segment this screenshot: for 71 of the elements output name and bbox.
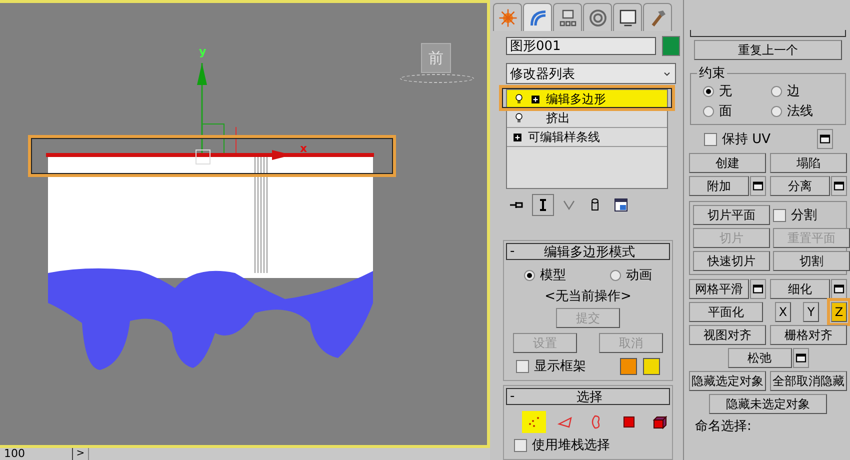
checkbox[interactable]: 显示框架	[516, 357, 586, 375]
radio-option[interactable]: 动画	[610, 266, 652, 284]
axis-label: y	[199, 45, 206, 58]
configure-icon	[613, 197, 629, 213]
checkbox[interactable]: 分割	[773, 206, 817, 224]
window-icon	[752, 180, 764, 192]
axis-button[interactable]: Y	[803, 302, 819, 322]
window-icon	[818, 133, 831, 145]
tool-button[interactable]: 快速切片	[693, 251, 770, 271]
settings-button[interactable]	[831, 279, 847, 299]
tool-button[interactable]: 网格平滑	[689, 279, 749, 299]
radio-option[interactable]: 无	[703, 82, 771, 100]
rollout-header[interactable]: - 编辑多边形模式	[506, 243, 670, 260]
axis-button[interactable]: X	[775, 302, 791, 322]
settings-button[interactable]	[750, 176, 766, 196]
tool-button[interactable]: 分离	[770, 176, 830, 196]
repeat-last-button[interactable]: 重复上一个	[694, 40, 842, 60]
checkbox[interactable]: 保持 UV	[704, 130, 771, 148]
checkbox[interactable]: 使用堆栈选择	[514, 436, 610, 454]
bulb-icon	[513, 93, 525, 105]
cube-icon	[652, 414, 668, 430]
axis-label: x	[300, 142, 308, 155]
plus-icon	[513, 132, 522, 142]
tool-button[interactable]: 附加	[689, 176, 749, 196]
plus-icon	[531, 94, 540, 104]
object-name-field[interactable]: 图形001	[506, 37, 656, 55]
tool-button[interactable]: 隐藏选定对象	[689, 371, 766, 391]
arc-icon	[528, 8, 548, 28]
tool-button[interactable]: 全部取消隐藏	[770, 371, 847, 391]
monitor-icon	[618, 8, 638, 28]
settings-button[interactable]	[831, 176, 847, 196]
boxes-icon	[558, 8, 578, 28]
settings-button[interactable]	[792, 348, 808, 368]
tool-button[interactable]: 松弛	[728, 348, 792, 368]
window-icon	[833, 283, 845, 295]
tool-button[interactable]: 平面化	[689, 302, 763, 322]
tool-button[interactable]: 塌陷	[770, 153, 847, 173]
window-icon	[752, 283, 764, 295]
panel-tab[interactable]	[613, 3, 642, 31]
tool-button[interactable]: 隐藏未选定对象	[709, 394, 827, 414]
radio-option[interactable]: 边	[771, 82, 839, 100]
circles-icon	[588, 8, 608, 28]
radio-option[interactable]: 法线	[771, 102, 839, 120]
tool-button[interactable]: 栅格对齐	[770, 325, 847, 345]
section-label: 命名选择:	[695, 418, 752, 435]
triangle-icon	[557, 414, 574, 430]
starburst-icon	[498, 8, 518, 28]
tool-button[interactable]: 切片平面	[693, 205, 770, 225]
object-color-swatch[interactable]	[662, 36, 680, 56]
tool-button[interactable]: 创建	[689, 153, 766, 173]
square-icon	[620, 414, 637, 430]
settings-button[interactable]	[816, 129, 833, 149]
settings-button[interactable]	[750, 279, 766, 299]
tool-button[interactable]: 视图对齐	[689, 325, 766, 345]
window-icon	[833, 180, 845, 192]
status-text: <无当前操作>	[544, 288, 632, 305]
bulb-icon	[513, 112, 525, 124]
window-icon	[794, 352, 806, 364]
tool-button[interactable]: 切割	[773, 251, 850, 271]
group-title: 约束	[698, 65, 726, 82]
tool-button[interactable]: 细化	[770, 279, 830, 299]
rollout-header[interactable]: - 选择	[506, 388, 670, 405]
panel-tab[interactable]	[553, 3, 582, 31]
radio-option[interactable]: 面	[703, 102, 771, 120]
color-swatch[interactable]	[643, 358, 660, 374]
modifier-list-dropdown[interactable]: 修改器列表	[506, 63, 676, 84]
stack-item[interactable]: 可编辑样条线	[507, 128, 667, 147]
color-swatch[interactable]	[620, 358, 637, 374]
radio-option[interactable]: 模型	[524, 266, 566, 284]
stack-item[interactable]: 挤出	[507, 109, 667, 128]
stack-tool-button[interactable]	[532, 194, 554, 216]
